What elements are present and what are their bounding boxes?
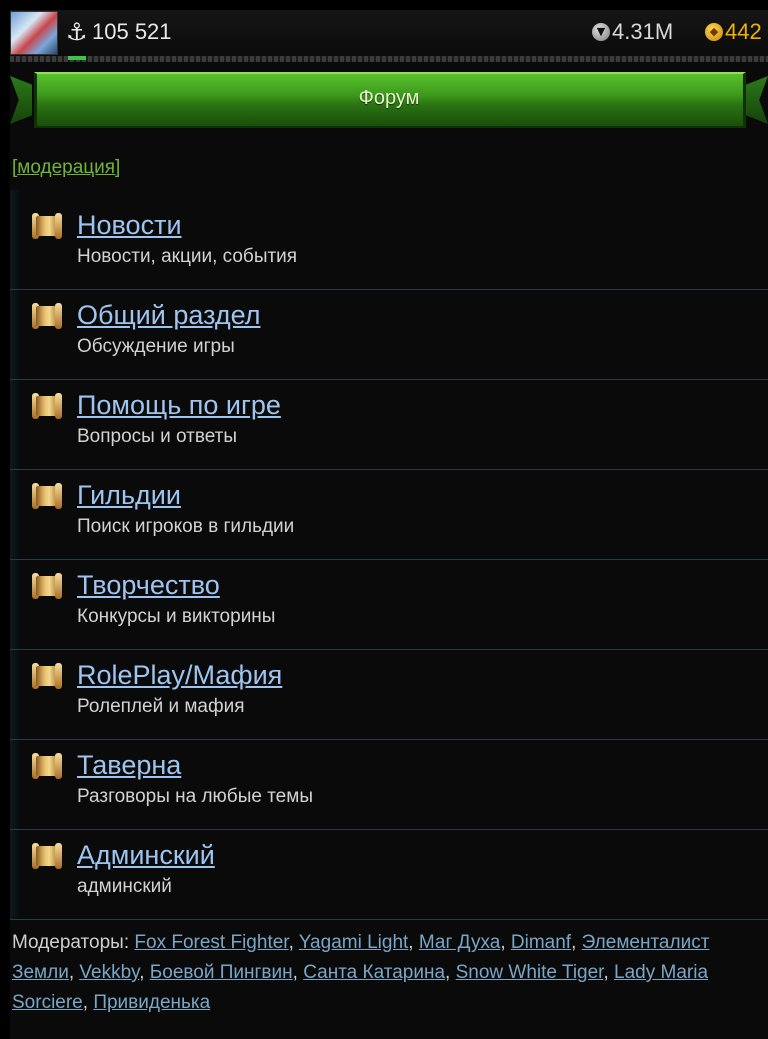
forum-description: Обсуждение игры xyxy=(77,336,235,357)
scroll-roll-right xyxy=(55,393,62,419)
moderator-link[interactable]: Dimanf xyxy=(511,932,571,953)
scroll-roll-right xyxy=(55,753,62,779)
forum-item: Помощь по игре Вопросы и ответы xyxy=(10,380,768,470)
scroll-icon xyxy=(32,843,62,869)
forum-title-link[interactable]: Админский xyxy=(77,838,215,872)
scroll-roll-right xyxy=(55,573,62,599)
power-value: 105 521 xyxy=(92,19,172,44)
forum-description: Конкурсы и викторины xyxy=(77,606,276,627)
moderator-link[interactable]: Fox Forest Fighter xyxy=(134,932,288,953)
forum-description: админский xyxy=(77,876,172,897)
scroll-roll-right xyxy=(55,213,62,239)
moderator-link[interactable]: Маг Духа xyxy=(419,932,500,953)
scroll-icon xyxy=(32,213,62,239)
moderator-link[interactable]: Привиденька xyxy=(93,992,210,1013)
forum-item: Админский админский xyxy=(10,830,768,920)
forum-description: Вопросы и ответы xyxy=(77,426,238,447)
scroll-icon xyxy=(32,393,62,419)
moderator-link[interactable]: Санта Катарина xyxy=(303,962,445,983)
gold-value: 442 xyxy=(725,19,762,44)
scroll-roll-right xyxy=(55,663,62,689)
forum-item: RolePlay/Мафия Ролеплей и мафия xyxy=(10,650,768,740)
moderator-link[interactable]: Vekkby xyxy=(79,962,139,983)
moderation-link[interactable]: [модерация] xyxy=(12,157,120,178)
forum-item: Гильдии Поиск игроков в гильдии xyxy=(10,470,768,560)
scroll-icon xyxy=(32,663,62,689)
experience-marker xyxy=(68,56,86,60)
moderators-list: Модераторы: Fox Forest Fighter, Yagami L… xyxy=(12,932,710,1013)
status-bar: ⚓ 105 521 ▼ 4.31M ◆ 442 xyxy=(10,10,768,56)
anchor-icon: ⚓ xyxy=(66,18,88,46)
scroll-icon xyxy=(32,753,62,779)
scroll-icon xyxy=(32,573,62,599)
hero-avatar[interactable] xyxy=(10,11,58,55)
moderator-link[interactable]: Боевой Пингвин xyxy=(150,962,293,983)
scroll-icon xyxy=(32,303,62,329)
moderation-link-wrapper: [модерация] xyxy=(12,155,120,181)
forum-item: Новости Новости, акции, события xyxy=(10,200,768,290)
silver-coin-icon: ▼ xyxy=(592,23,610,41)
scroll-icon xyxy=(32,483,62,509)
forum-title-link[interactable]: Помощь по игре xyxy=(77,388,281,422)
forum-item: Творчество Конкурсы и викторины xyxy=(10,560,768,650)
silver-value: 4.31M xyxy=(612,19,674,44)
forum-description: Поиск игроков в гильдии xyxy=(77,516,295,537)
forum-title-link[interactable]: Таверна xyxy=(77,748,181,782)
forum-list: Новости Новости, акции, события Общий разд… xyxy=(10,200,768,920)
forum-item: Таверна Разговоры на любые темы xyxy=(10,740,768,830)
forum-title-link[interactable]: Общий раздел xyxy=(77,298,261,332)
forum-title-link[interactable]: Новости xyxy=(77,208,182,242)
forum-description: Новости, акции, события xyxy=(77,246,298,267)
moderator-link[interactable]: Yagami Light xyxy=(299,932,409,953)
status-bar-divider xyxy=(10,56,768,62)
scroll-roll-right xyxy=(55,843,62,869)
scroll-roll-right xyxy=(55,303,62,329)
game-frame: ⚓ 105 521 ▼ 4.31M ◆ 442 Форум [модерация… xyxy=(10,10,768,1039)
forum-item: Общий раздел Обсуждение игры xyxy=(10,290,768,380)
forum-title-link[interactable]: Гильдии xyxy=(77,478,181,512)
scroll-roll-right xyxy=(55,483,62,509)
forum-description: Ролеплей и мафия xyxy=(77,696,245,717)
forum-title-link[interactable]: RolePlay/Мафия xyxy=(77,658,282,692)
moderator-link[interactable]: Snow White Tiger xyxy=(456,962,604,983)
page-header-banner: Форум xyxy=(10,72,768,128)
gold-coin-icon: ◆ xyxy=(705,23,723,41)
forum-description: Разговоры на любые темы xyxy=(77,786,313,807)
page-title: Форум xyxy=(358,87,420,109)
forum-title-link[interactable]: Творчество xyxy=(77,568,220,602)
moderators-label: Модераторы: xyxy=(12,932,130,953)
